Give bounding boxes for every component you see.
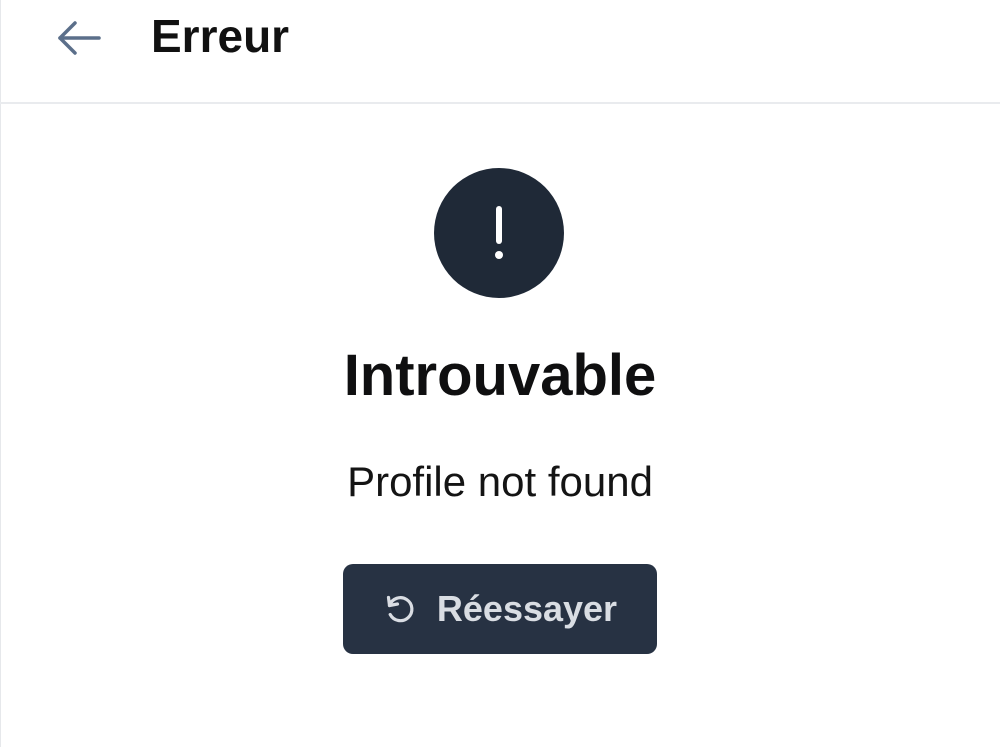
- exclamation-circle-icon: [434, 168, 564, 298]
- retry-button[interactable]: Réessayer: [343, 564, 657, 654]
- retry-button-label: Réessayer: [436, 588, 618, 629]
- error-message: Profile not found: [347, 458, 653, 505]
- refresh-icon: [383, 592, 417, 626]
- app-header: Erreur: [0, 0, 1000, 104]
- back-button[interactable]: [46, 10, 112, 66]
- arrow-left-icon: [58, 21, 101, 55]
- error-title: Introuvable: [343, 343, 657, 408]
- page-title: Erreur: [151, 10, 290, 62]
- exclamation-mark-icon: [495, 206, 503, 259]
